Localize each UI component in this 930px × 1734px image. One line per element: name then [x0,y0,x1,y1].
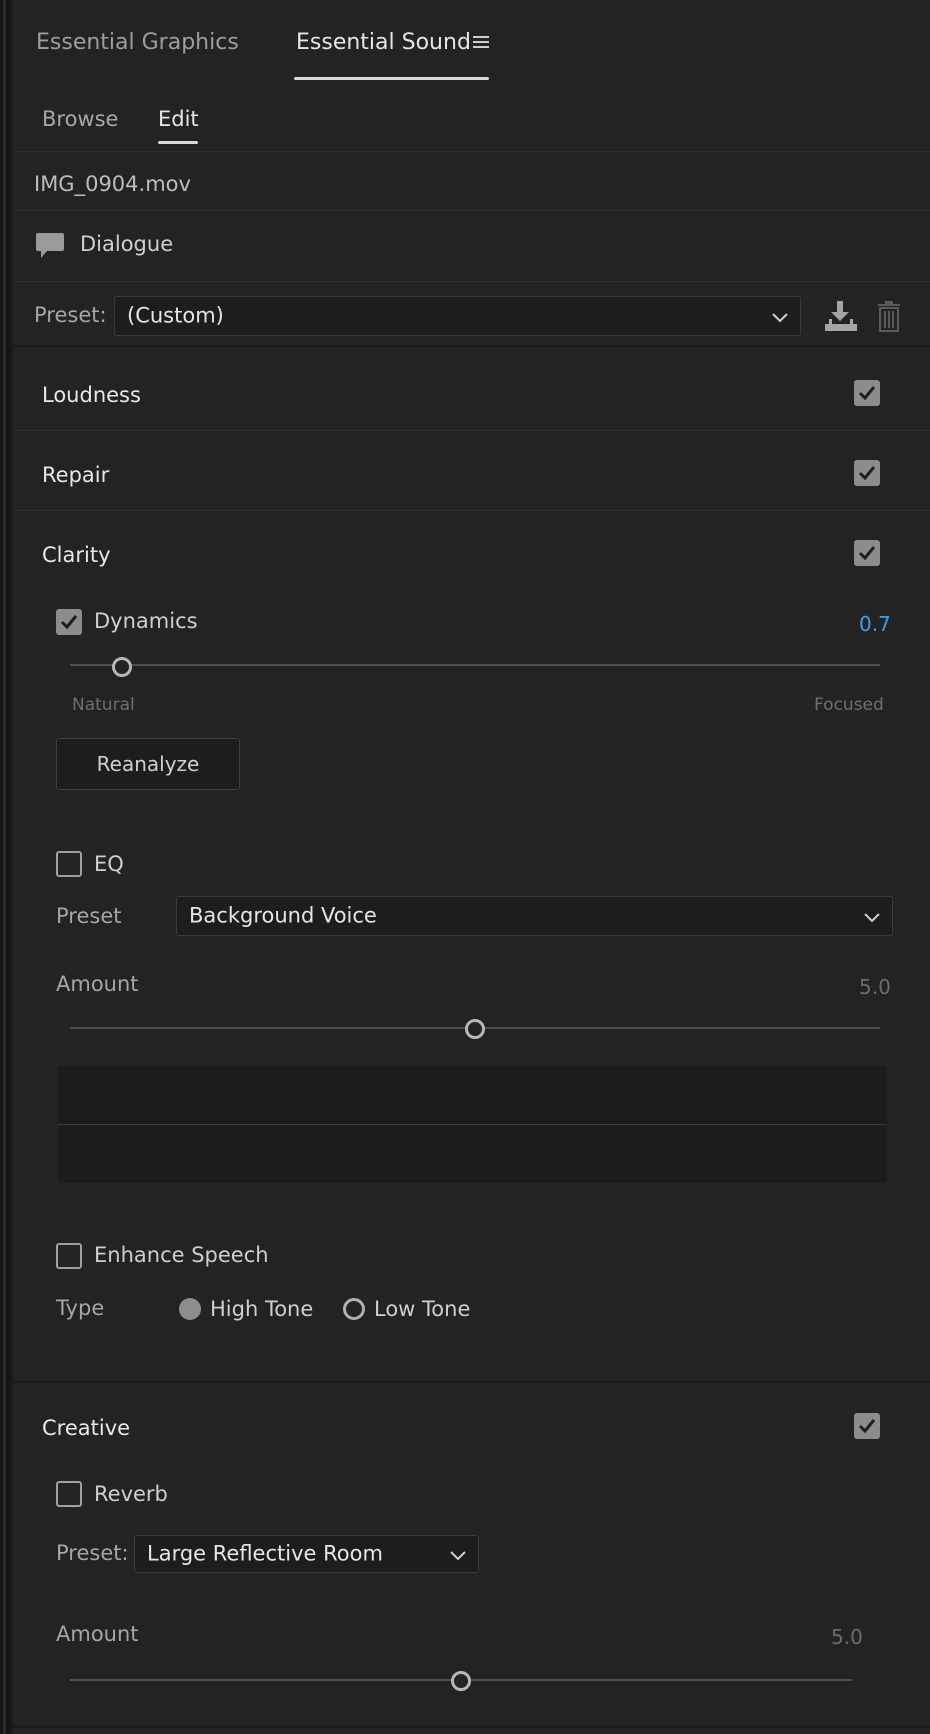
reverb-label: Reverb [94,1482,168,1506]
dynamics-value[interactable]: 0.7 [859,612,891,636]
reverb-amount-slider-handle[interactable] [451,1671,471,1691]
edit-tab-indicator [158,141,198,144]
check-icon [858,546,876,561]
low-tone-radio[interactable] [343,1298,365,1320]
section-divider [13,1726,930,1728]
preset-value: (Custom) [127,303,224,328]
chevron-down-icon [864,904,880,928]
eq-preset-dropdown[interactable]: Background Voice [176,896,893,936]
low-tone-label[interactable]: Low Tone [374,1297,470,1321]
eq-curve-display[interactable] [58,1066,887,1183]
dialogue-icon [35,231,65,265]
chevron-down-icon [450,1542,466,1566]
panel-splitter[interactable] [3,0,6,1734]
divider [13,151,930,152]
dynamics-min-label: Natural [72,695,135,715]
eq-preset-label: Preset [56,904,122,928]
divider [13,430,930,431]
reverb-preset-dropdown[interactable]: Large Reflective Room [134,1535,479,1573]
enhance-speech-checkbox[interactable] [56,1243,82,1269]
section-divider [13,1381,930,1383]
dynamics-slider-track[interactable] [70,664,880,666]
type-label: Type [56,1296,105,1320]
high-tone-label[interactable]: High Tone [210,1297,313,1321]
tab-edit[interactable]: Edit [158,107,199,131]
eq-preset-value: Background Voice [189,903,377,928]
reverb-checkbox[interactable] [56,1481,82,1507]
eq-center-line [58,1124,887,1125]
dynamics-slider-handle[interactable] [112,657,132,677]
section-divider [13,345,930,347]
tab-essential-sound[interactable]: Essential Sound [296,30,471,55]
essential-sound-panel: Essential Graphics Essential Sound Brows… [13,0,930,1734]
eq-amount-label: Amount [56,972,139,996]
section-repair-title[interactable]: Repair [42,463,109,487]
eq-amount-slider-handle[interactable] [465,1019,485,1039]
check-icon [60,615,78,630]
audio-type-label: Dialogue [80,232,174,256]
creative-checkbox[interactable] [854,1413,880,1439]
left-panel-edge [0,0,11,1734]
panel-menu-icon[interactable] [473,34,489,54]
section-creative-title[interactable]: Creative [42,1416,130,1440]
check-icon [858,1419,876,1434]
preset-dropdown[interactable]: (Custom) [114,296,801,336]
reverb-preset-label: Preset: [56,1541,129,1565]
tab-browse[interactable]: Browse [42,107,118,131]
save-preset-icon[interactable] [824,300,858,336]
eq-label: EQ [94,852,124,876]
reverb-amount-label: Amount [56,1622,139,1646]
clip-name: IMG_0904.mov [34,172,191,196]
delete-preset-icon[interactable] [875,300,903,336]
reverb-amount-value[interactable]: 5.0 [831,1625,863,1649]
eq-checkbox[interactable] [56,851,82,877]
check-icon [858,386,876,401]
preset-label: Preset: [34,303,107,327]
active-tab-indicator [294,77,489,80]
repair-checkbox[interactable] [854,460,880,486]
divider [13,510,930,511]
divider [13,281,930,282]
divider [13,210,930,211]
reverb-preset-value: Large Reflective Room [147,1541,383,1566]
dynamics-label: Dynamics [94,609,198,633]
eq-amount-value[interactable]: 5.0 [859,975,891,999]
high-tone-radio[interactable] [179,1298,201,1320]
loudness-checkbox[interactable] [854,380,880,406]
check-icon [858,466,876,481]
dynamics-checkbox[interactable] [56,609,82,635]
enhance-speech-label: Enhance Speech [94,1243,269,1267]
reanalyze-button[interactable]: Reanalyze [56,738,240,790]
section-loudness-title[interactable]: Loudness [42,383,141,407]
section-clarity-title[interactable]: Clarity [42,543,111,567]
tab-essential-graphics[interactable]: Essential Graphics [36,30,239,55]
chevron-down-icon [772,304,788,328]
dynamics-max-label: Focused [814,695,884,715]
clarity-checkbox[interactable] [854,540,880,566]
